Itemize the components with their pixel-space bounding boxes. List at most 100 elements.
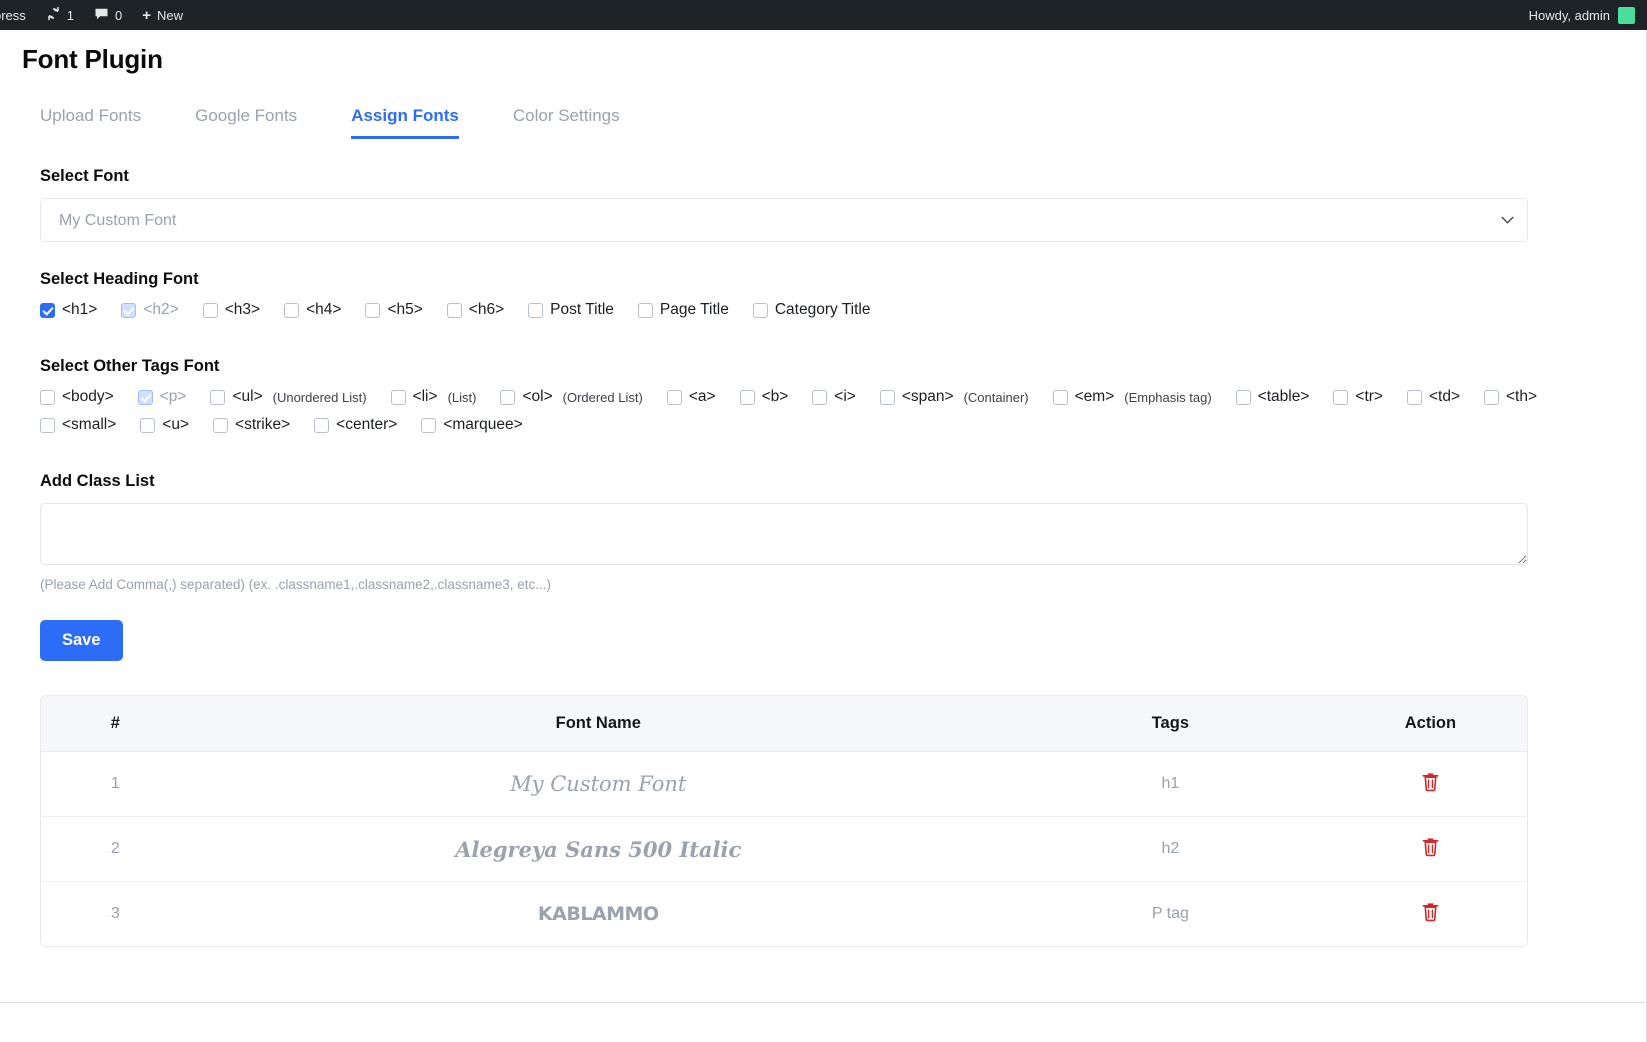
heading-checkbox-4[interactable]: <h5>: [365, 301, 423, 319]
checkbox[interactable]: [314, 417, 330, 433]
checkbox[interactable]: [213, 417, 229, 433]
other-tag-checkbox-8[interactable]: <span> (Container): [879, 388, 1029, 406]
checkbox[interactable]: [284, 302, 300, 318]
column-header-index: #: [41, 696, 190, 752]
new-label: New: [157, 7, 184, 23]
other-tag-checkbox-18[interactable]: <marquee>: [421, 416, 523, 434]
delete-font-button[interactable]: [1421, 901, 1440, 922]
row-index: 2: [41, 816, 190, 882]
other-tag-checkbox-6[interactable]: <b>: [739, 388, 788, 406]
other-tag-checkbox-17[interactable]: <center>: [314, 416, 397, 434]
checkbox-label: <h4>: [306, 301, 342, 318]
checkbox[interactable]: [202, 302, 218, 318]
other-tag-checkbox-10[interactable]: <table>: [1235, 388, 1310, 406]
delete-font-button[interactable]: [1421, 771, 1440, 792]
checkbox[interactable]: [500, 389, 516, 405]
other-tag-checkbox-3[interactable]: <li> (List): [390, 388, 476, 406]
other-tag-checkbox-14[interactable]: <small>: [40, 416, 116, 434]
admin-bar-updates[interactable]: 1: [36, 0, 84, 30]
checkbox-label: <marquee>: [443, 416, 523, 433]
checkbox[interactable]: [40, 417, 55, 433]
trash-icon: [1422, 773, 1439, 792]
checkbox-label: <td>: [1428, 388, 1460, 405]
avatar[interactable]: [1618, 6, 1635, 24]
other-tag-checkbox-13[interactable]: <th>: [1484, 388, 1537, 406]
checkbox-label: <ul>: [232, 388, 263, 405]
row-action: [1333, 816, 1527, 882]
other-tag-checkbox-5[interactable]: <a>: [666, 388, 716, 406]
other-tag-checkbox-2[interactable]: <ul> (Unordered List): [210, 388, 367, 406]
select-font-dropdown[interactable]: My Custom Font: [40, 198, 1528, 242]
checkbox-label: <table>: [1257, 388, 1310, 405]
class-list-section: Add Class List (Please Add Comma(,) sepa…: [40, 472, 1627, 661]
row-index: 1: [41, 751, 190, 817]
checkbox[interactable]: [446, 302, 462, 318]
other-tag-checkbox-16[interactable]: <strike>: [213, 416, 290, 434]
other-tags-section: Select Other Tags Font <body> <p> <ul> (Uno…: [40, 357, 1627, 444]
checkbox[interactable]: [1333, 389, 1349, 405]
heading-checkbox-8[interactable]: Category Title: [752, 301, 871, 319]
trash-icon: [1422, 838, 1439, 857]
heading-font-checkbox-row: <h1> <h2> <h3> <h4> <h5> <h6> Post Title Page T…: [40, 301, 1627, 329]
checkbox[interactable]: [528, 302, 544, 318]
checkbox[interactable]: [812, 389, 828, 405]
wp-admin-bar: press 1 0 + New Howdy, admin: [0, 0, 1647, 30]
tab-assign-fonts[interactable]: Assign Fonts: [351, 106, 459, 139]
checkbox[interactable]: [739, 389, 755, 405]
site-name-label: press: [0, 7, 26, 23]
checkbox[interactable]: [40, 302, 55, 318]
checkbox[interactable]: [1406, 389, 1422, 405]
other-tag-checkbox-4[interactable]: <ol> (Ordered List): [500, 388, 643, 406]
checkbox-label: Category Title: [774, 301, 871, 318]
other-tag-checkbox-15[interactable]: <u>: [140, 416, 189, 434]
other-tag-checkbox-9[interactable]: <em> (Emphasis tag): [1052, 388, 1212, 406]
checkbox[interactable]: [421, 417, 437, 433]
checkbox-label: Post Title: [550, 301, 614, 318]
tab-google-fonts[interactable]: Google Fonts: [195, 106, 297, 139]
admin-bar-comments[interactable]: 0: [84, 0, 132, 30]
checkbox[interactable]: [390, 389, 406, 405]
checkbox[interactable]: [140, 417, 156, 433]
checkbox[interactable]: [121, 302, 137, 318]
checkbox[interactable]: [1235, 389, 1251, 405]
heading-checkbox-5[interactable]: <h6>: [446, 301, 504, 319]
table-body: 1 My Custom Font h1 2 Alegreya Sans 500 …: [41, 751, 1527, 947]
checkbox[interactable]: [637, 302, 653, 318]
howdy-greeting[interactable]: Howdy, admin: [1529, 8, 1610, 23]
checkbox[interactable]: [40, 389, 55, 405]
heading-font-section: Select Heading Font <h1> <h2> <h3> <h4> <h5>…: [40, 270, 1627, 329]
heading-checkbox-0[interactable]: <h1>: [40, 301, 97, 319]
other-tag-checkbox-7[interactable]: <i>: [812, 388, 856, 406]
tab-label: Upload Fonts: [40, 106, 142, 125]
checkbox[interactable]: [137, 389, 153, 405]
checkbox[interactable]: [365, 302, 381, 318]
checkbox-hint: (Ordered List): [562, 389, 643, 405]
tab-label: Color Settings: [512, 106, 620, 125]
heading-checkbox-1[interactable]: <h2>: [121, 301, 179, 319]
checkbox[interactable]: [879, 389, 895, 405]
checkbox-label: <a>: [688, 388, 716, 405]
checkbox-label: <center>: [336, 416, 398, 433]
class-list-input[interactable]: [40, 503, 1528, 565]
other-tag-checkbox-11[interactable]: <tr>: [1333, 388, 1383, 406]
admin-bar-new-content[interactable]: + New: [132, 0, 193, 30]
checkbox[interactable]: [752, 302, 768, 318]
other-tag-checkbox-1[interactable]: <p>: [137, 388, 186, 406]
heading-checkbox-3[interactable]: <h4>: [284, 301, 341, 319]
tab-upload-fonts[interactable]: Upload Fonts: [40, 106, 141, 139]
save-button[interactable]: Save: [40, 620, 123, 661]
heading-checkbox-2[interactable]: <h3>: [202, 301, 260, 319]
heading-checkbox-7[interactable]: Page Title: [637, 301, 729, 319]
heading-checkbox-6[interactable]: Post Title: [528, 301, 614, 319]
checkbox[interactable]: [210, 389, 226, 405]
tab-color-settings[interactable]: Color Settings: [513, 106, 620, 139]
checkbox[interactable]: [666, 389, 682, 405]
checkbox-label: <h2>: [143, 301, 179, 318]
delete-font-button[interactable]: [1421, 836, 1440, 857]
checkbox[interactable]: [1484, 389, 1499, 405]
other-tag-checkbox-12[interactable]: <td>: [1406, 388, 1460, 406]
other-tag-checkbox-0[interactable]: <body>: [40, 388, 114, 406]
heading-font-label: Select Heading Font: [40, 270, 199, 288]
admin-bar-site-name[interactable]: press: [0, 0, 36, 30]
checkbox[interactable]: [1052, 389, 1068, 405]
